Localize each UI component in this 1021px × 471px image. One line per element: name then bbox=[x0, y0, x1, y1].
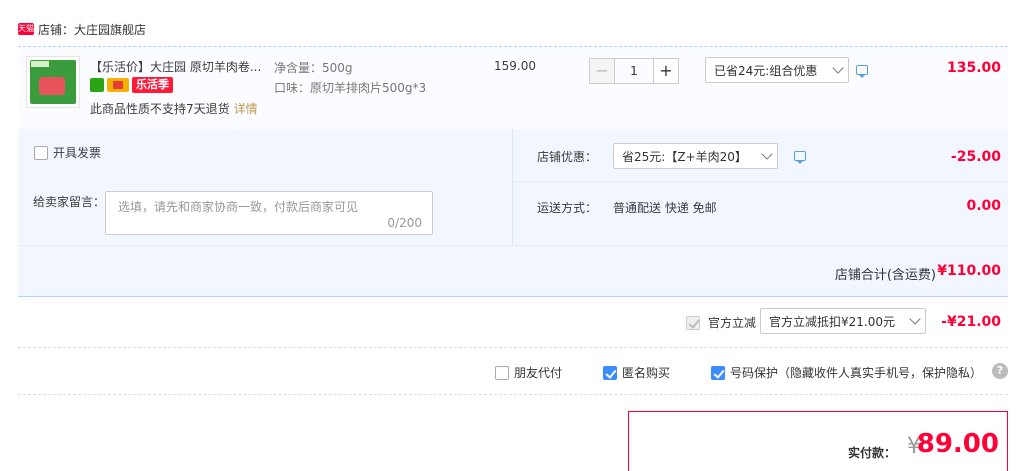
anonymous-option[interactable]: 匿名购买 bbox=[603, 364, 670, 381]
anonymous-label: 匿名购买 bbox=[622, 366, 671, 380]
item-title[interactable]: 【乐活价】大庄园 原切羊肉卷... bbox=[90, 58, 261, 75]
memo-counter: 0/200 bbox=[387, 216, 422, 230]
shipping-fee: 0.00 bbox=[966, 198, 1001, 214]
tmall-icon: 天猫 bbox=[18, 23, 34, 35]
message-icon[interactable] bbox=[794, 151, 806, 164]
subtotal-label: 店铺合计(含运费) bbox=[834, 268, 936, 283]
number-protection-option[interactable]: 号码保护（隐藏收件人真实手机号，保护隐私） bbox=[711, 364, 982, 381]
shop-discount-label: 店铺优惠： bbox=[537, 150, 598, 164]
spec-weight: 净含量：500g bbox=[274, 61, 353, 75]
shop-name[interactable]: 店铺：大庄园旗舰店 bbox=[38, 21, 146, 38]
item-discount-select[interactable]: 已省24元:组合优惠 bbox=[705, 57, 849, 83]
payment-amount: 89.00 bbox=[916, 429, 999, 459]
friend-pay-label: 朋友代付 bbox=[514, 366, 563, 380]
invoice-option[interactable]: 开具发票 bbox=[34, 144, 101, 161]
memo-label: 给卖家留言： bbox=[33, 195, 106, 209]
help-icon[interactable]: ? bbox=[992, 363, 1008, 379]
official-discount-option: 官方立减抵扣¥21.00元 bbox=[769, 314, 895, 329]
shop-discount-select[interactable]: 省25元:【Z+羊肉20】 bbox=[613, 143, 778, 169]
shop-header: 天猫 店铺：大庄园旗舰店 bbox=[18, 18, 146, 40]
memo-textarea[interactable]: 选填，请先和商家协商一致，付款后商家可见 0/200 bbox=[105, 191, 433, 235]
shop-discount-value: -25.00 bbox=[950, 149, 1001, 165]
official-discount: 官方立减 bbox=[686, 314, 756, 331]
official-discount-checkbox bbox=[686, 315, 700, 330]
message-icon[interactable] bbox=[856, 65, 868, 78]
item-total: 135.00 bbox=[946, 60, 1001, 76]
shipping-method: 普通配送 快递 免邮 bbox=[613, 201, 717, 215]
number-protection-label: 号码保护（隐藏收件人真实手机号，保护隐私） bbox=[730, 366, 983, 380]
payment-label: 实付款： bbox=[847, 446, 896, 460]
memo-placeholder: 选填，请先和商家协商一致，付款后商家可见 bbox=[118, 200, 359, 214]
shop-discount-option: 省25元:【Z+羊肉20】 bbox=[622, 149, 747, 164]
spec-flavor: 口味：原切羊排肉片500g*3 bbox=[274, 81, 427, 95]
decrease-button[interactable]: − bbox=[589, 58, 615, 84]
official-discount-select[interactable]: 官方立减抵扣¥21.00元 bbox=[760, 308, 926, 334]
divider bbox=[513, 181, 1008, 182]
increase-button[interactable]: + bbox=[653, 58, 679, 84]
quantity-stepper: − 1 + bbox=[589, 58, 679, 84]
divider bbox=[18, 394, 1008, 395]
unit-price: 159.00 bbox=[494, 59, 536, 73]
divider bbox=[18, 347, 1008, 348]
official-discount-value: -¥21.00 bbox=[941, 314, 1001, 330]
invoice-label: 开具发票 bbox=[53, 146, 102, 160]
anonymous-checkbox[interactable] bbox=[603, 365, 617, 380]
friend-pay-checkbox[interactable] bbox=[495, 365, 509, 380]
service-icon bbox=[90, 78, 104, 92]
item-discount-value: 已省24元:组合优惠 bbox=[714, 63, 818, 78]
friend-pay-option[interactable]: 朋友代付 bbox=[495, 364, 562, 381]
chevron-down-icon bbox=[761, 148, 773, 160]
promo-badge: 乐活季 bbox=[132, 77, 173, 93]
chevron-down-icon bbox=[832, 62, 844, 74]
shipping-label: 运送方式： bbox=[537, 201, 598, 215]
subtotal-value: ¥110.00 bbox=[937, 263, 1001, 279]
product-thumbnail[interactable] bbox=[26, 56, 80, 108]
no-return-notice: 此商品性质不支持7天退货 详情 bbox=[90, 100, 258, 117]
chevron-down-icon bbox=[909, 313, 921, 325]
item-badges: 乐活季 bbox=[90, 77, 173, 93]
quantity-input[interactable]: 1 bbox=[615, 58, 653, 84]
card-icon bbox=[107, 78, 129, 92]
invoice-checkbox[interactable] bbox=[34, 145, 48, 160]
no-return-text: 此商品性质不支持7天退货 bbox=[90, 102, 230, 116]
detail-link[interactable]: 详情 bbox=[234, 102, 258, 116]
number-protection-checkbox[interactable] bbox=[711, 365, 725, 380]
official-discount-label: 官方立减 bbox=[708, 316, 757, 330]
